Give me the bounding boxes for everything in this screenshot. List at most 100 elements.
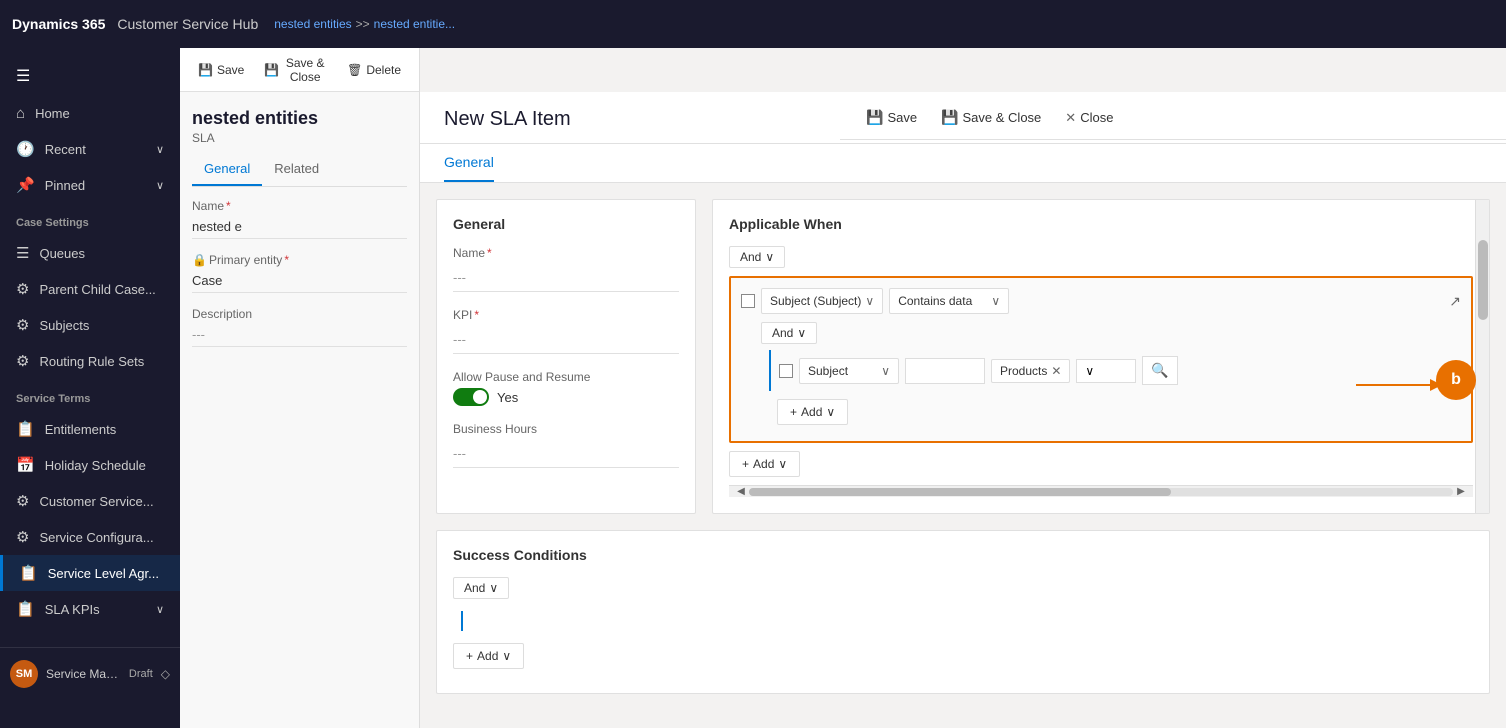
sidebar-item-home[interactable]: ⌂ Home xyxy=(0,96,180,131)
add-chevron-icon: ∨ xyxy=(826,405,835,419)
sidebar-queues-label: Queues xyxy=(39,246,85,261)
sidebar-item-pinned[interactable]: 📌 Pinned ∨ xyxy=(0,167,180,203)
sidebar-item-subjects[interactable]: ⚙ Subjects xyxy=(0,307,180,343)
general-section-card: General Name* --- KPI* --- xyxy=(436,199,696,514)
success-add-label: Add xyxy=(477,649,498,663)
scrollbar-thumb[interactable] xyxy=(1478,240,1488,320)
name-value: --- xyxy=(453,264,679,292)
inner-condition-checkbox[interactable] xyxy=(779,364,793,378)
products-label: Products xyxy=(1000,364,1047,378)
required-indicator-2: * xyxy=(284,253,289,267)
status-badge: Draft xyxy=(129,668,153,680)
parent-child-icon: ⚙ xyxy=(16,280,29,298)
products-tag: Products ✕ xyxy=(991,359,1070,383)
scroll-thumb[interactable] xyxy=(749,488,1171,496)
sidebar-item-service-config[interactable]: ⚙ Service Configura... xyxy=(0,519,180,555)
user-avatar: SM xyxy=(10,660,38,688)
chevron-down-icon-8: ∨ xyxy=(881,364,890,378)
contains-data-selector[interactable]: Contains data ∨ xyxy=(889,288,1009,314)
success-chevron-icon: ∨ xyxy=(489,581,498,595)
save-icon-2: 💾 xyxy=(866,109,883,126)
record-tab-related[interactable]: Related xyxy=(262,153,331,186)
close-button[interactable]: ✕ Close xyxy=(1055,106,1123,130)
sla-kpis-icon: 📋 xyxy=(16,600,35,618)
nested-chevron-icon: ∨ xyxy=(797,326,806,340)
pause-resume-toggle[interactable] xyxy=(453,388,489,406)
tab-general[interactable]: General xyxy=(444,144,494,182)
subject-subject-selector[interactable]: Subject (Subject) ∨ xyxy=(761,288,883,314)
products-dropdown[interactable]: ∨ xyxy=(1076,359,1136,383)
sidebar-item-entitlements[interactable]: 📋 Entitlements xyxy=(0,411,180,447)
remove-products-button[interactable]: ✕ xyxy=(1051,364,1061,378)
middle-delete-button[interactable]: 🗑 Delete xyxy=(339,59,409,81)
field-description-value: --- xyxy=(192,323,407,347)
subject-selector[interactable]: Subject ∨ xyxy=(799,358,899,384)
main-area: 💾 Save 💾 Save & Close ✕ Close New SLA It… xyxy=(420,48,1506,728)
success-plus-icon: + xyxy=(466,649,473,663)
middle-save-close-button[interactable]: 💾 Save & Close xyxy=(256,52,335,88)
save-close-button[interactable]: 💾 Save & Close xyxy=(931,105,1051,130)
sidebar: ☰ ⌂ Home 🕐 Recent ∨ 📌 Pinned ∨ Case Sett… xyxy=(0,48,180,728)
hub-label: Customer Service Hub xyxy=(117,16,258,32)
nested-and-area: And ∨ S xyxy=(761,322,1461,425)
sidebar-sla-kpis-label: SLA KPIs xyxy=(45,602,100,617)
subject-subject-label: Subject (Subject) xyxy=(770,294,861,308)
footer-menu-icon[interactable]: ◇ xyxy=(161,667,170,681)
field-name: Name * nested e xyxy=(192,199,407,239)
lock-icon: 🔒 xyxy=(192,253,207,267)
record-subtitle: SLA xyxy=(192,131,407,145)
record-tab-general[interactable]: General xyxy=(192,153,262,186)
outer-condition-checkbox[interactable] xyxy=(741,294,755,308)
nested-and-button[interactable]: And ∨ xyxy=(761,322,817,344)
expand-icon[interactable]: ↗ xyxy=(1449,293,1461,310)
vertical-scrollbar[interactable] xyxy=(1475,200,1489,513)
sidebar-item-parent-child[interactable]: ⚙ Parent Child Case... xyxy=(0,271,180,307)
plus-icon: + xyxy=(790,405,797,419)
hamburger-button[interactable]: ☰ xyxy=(0,56,180,96)
scroll-left-button[interactable]: ◀ xyxy=(733,484,749,500)
pin-icon: 📌 xyxy=(16,176,35,194)
sidebar-item-holiday[interactable]: 📅 Holiday Schedule xyxy=(0,447,180,483)
field-name-value: nested e xyxy=(192,215,407,239)
success-and-dropdown: And ∨ xyxy=(453,577,1473,599)
inner-add-button[interactable]: + Add ∨ xyxy=(777,399,848,425)
condition-text-input[interactable] xyxy=(905,358,985,384)
delete-icon: 🗑 xyxy=(347,63,362,77)
sidebar-item-routing[interactable]: ⚙ Routing Rule Sets xyxy=(0,343,180,379)
success-and-button[interactable]: And ∨ xyxy=(453,577,509,599)
search-button[interactable]: 🔍 xyxy=(1142,356,1177,385)
inner-add-label: Add xyxy=(801,405,822,419)
success-add-button[interactable]: + Add ∨ xyxy=(453,643,524,669)
main-command-bar: 💾 Save 💾 Save & Close ✕ Close xyxy=(840,96,1506,140)
save-icon: 💾 xyxy=(198,63,213,77)
sidebar-parent-child-label: Parent Child Case... xyxy=(39,282,155,297)
save-button[interactable]: 💾 Save xyxy=(856,105,927,130)
success-add-chevron-icon: ∨ xyxy=(502,649,511,663)
queues-icon: ☰ xyxy=(16,244,29,262)
save-close-icon-2: 💾 xyxy=(941,109,958,126)
form-title: New SLA Item xyxy=(444,108,571,143)
annotation-b: b xyxy=(1436,360,1476,400)
products-dropdown-chevron: ∨ xyxy=(1085,364,1094,378)
sidebar-item-recent[interactable]: 🕐 Recent ∨ xyxy=(0,131,180,167)
breadcrumb-nested-entities-2[interactable]: nested entitie... xyxy=(374,17,455,31)
outer-add-button[interactable]: + Add ∨ xyxy=(729,451,800,477)
breadcrumb-nested-entities[interactable]: nested entities xyxy=(274,17,351,31)
app-layout: ☰ ⌂ Home 🕐 Recent ∨ 📌 Pinned ∨ Case Sett… xyxy=(0,48,1506,728)
sidebar-item-queues[interactable]: ☰ Queues xyxy=(0,235,180,271)
and-button[interactable]: And ∨ xyxy=(729,246,785,268)
save-close-label: Save & Close xyxy=(963,110,1042,125)
sidebar-pinned-label: Pinned xyxy=(45,178,85,193)
middle-save-button[interactable]: 💾 Save xyxy=(190,59,252,81)
scroll-right-button[interactable]: ▶ xyxy=(1453,484,1469,500)
sidebar-item-sla-kpis[interactable]: 📋 SLA KPIs ∨ xyxy=(0,591,180,627)
routing-icon: ⚙ xyxy=(16,352,29,370)
sidebar-item-service-level[interactable]: 📋 Service Level Agr... xyxy=(0,555,180,591)
service-terms-header: Service Terms xyxy=(0,379,180,411)
sidebar-item-customer-service[interactable]: ⚙ Customer Service... xyxy=(0,483,180,519)
horizontal-scrollbar[interactable]: ◀ ▶ xyxy=(729,485,1473,497)
field-pause-resume: Allow Pause and Resume Yes xyxy=(453,370,679,406)
chevron-down-icon: ∨ xyxy=(156,143,164,156)
sidebar-subjects-label: Subjects xyxy=(39,318,89,333)
general-section-title: General xyxy=(453,216,679,232)
